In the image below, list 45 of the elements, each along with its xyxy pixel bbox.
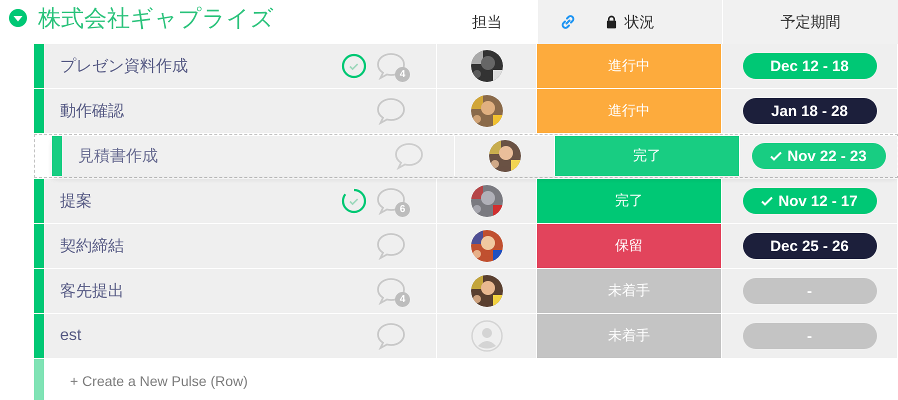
comment-icon[interactable]	[376, 232, 406, 260]
row-color-bar	[34, 44, 44, 88]
comment-icon[interactable]	[376, 187, 406, 215]
row-color-bar	[34, 179, 44, 223]
task-name[interactable]: 契約締結	[60, 236, 124, 256]
row-color-bar	[52, 136, 62, 176]
comment-icon[interactable]	[376, 97, 406, 125]
timeline-pill[interactable]: Dec 25 - 26	[742, 233, 876, 259]
row-color-bar	[34, 224, 44, 268]
task-name[interactable]: 見積書作成	[78, 146, 158, 166]
timeline-pill[interactable]: Jan 18 - 28	[742, 98, 876, 124]
lock-icon	[606, 15, 616, 29]
task-cell[interactable]: プレゼン資料作成 4	[44, 44, 437, 88]
row-color-bar	[34, 359, 44, 400]
task-cell[interactable]: 見積書作成	[62, 136, 455, 176]
user-icon	[470, 320, 502, 352]
task-cell[interactable]: 動作確認	[44, 89, 437, 133]
task-name[interactable]: プレゼン資料作成	[60, 56, 188, 76]
column-header[interactable]: 予定期間	[780, 12, 840, 32]
comment-count: 4	[395, 292, 410, 307]
comment-icon[interactable]	[394, 142, 424, 170]
comment-count: 4	[395, 67, 410, 82]
create-row-button[interactable]: + Create a New Pulse (Row)	[44, 359, 254, 400]
task-cell[interactable]: est	[44, 314, 437, 358]
task-name[interactable]: 客先提出	[60, 280, 124, 302]
check-icon	[761, 196, 774, 206]
status-cell[interactable]: 保留	[537, 224, 722, 268]
comment-icon[interactable]	[376, 322, 406, 350]
comment-icon[interactable]	[376, 277, 406, 305]
row-color-bar	[34, 269, 44, 313]
link-icon[interactable]	[560, 14, 576, 30]
comment-icon[interactable]	[376, 52, 406, 80]
row-color-bar	[34, 314, 44, 358]
row-color-bar	[34, 89, 44, 133]
comment-count: 6	[395, 202, 410, 217]
task-cell[interactable]: 提案 6	[44, 179, 437, 223]
task-name[interactable]: 提案	[60, 190, 92, 212]
task-cell[interactable]: 契約締結	[44, 224, 437, 268]
column-header[interactable]: 状況	[624, 12, 654, 32]
task-name[interactable]: 動作確認	[60, 100, 124, 122]
column-header[interactable]: 担当	[472, 12, 502, 32]
task-cell[interactable]: 客先提出 4	[44, 269, 437, 313]
check-icon	[770, 151, 782, 161]
collapse-icon[interactable]	[8, 8, 28, 28]
task-name[interactable]: est	[60, 327, 82, 345]
